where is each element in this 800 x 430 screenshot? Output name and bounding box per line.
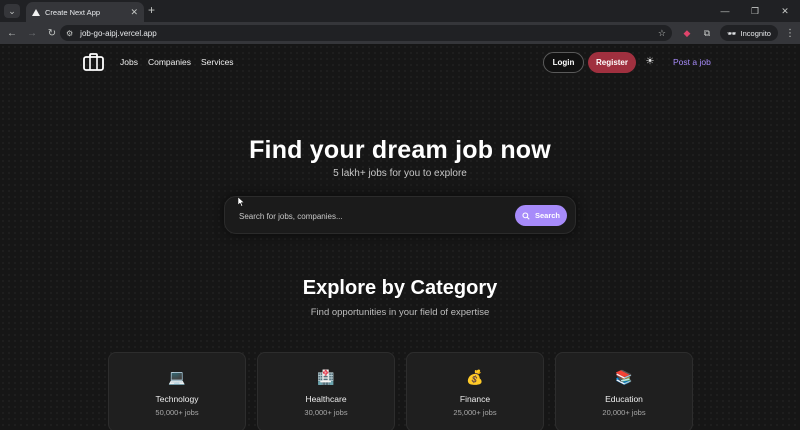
category-section-title: Explore by Category	[302, 277, 498, 299]
vercel-icon	[32, 8, 40, 16]
address-bar[interactable]: ⚙ job-go-aipj.vercel.app ☆	[60, 25, 672, 41]
category-cards: 💻 Technology 50,000+ jobs 🏥 Healthcare 3…	[108, 352, 693, 430]
window-controls: — ❐ ✕	[710, 0, 800, 22]
books-icon: 📚	[615, 369, 633, 385]
bookmark-star-icon[interactable]: ☆	[658, 28, 666, 39]
theme-toggle-sun-icon[interactable]: ☀	[644, 56, 656, 68]
laptop-icon: 💻	[168, 369, 186, 385]
tab-title: Create Next App	[45, 7, 101, 17]
search-icon	[522, 211, 530, 220]
category-card-education[interactable]: 📚 Education 20,000+ jobs	[555, 352, 693, 430]
browser-tab[interactable]: Create Next App ✕	[26, 2, 144, 22]
category-job-count: 25,000+ jobs	[453, 408, 497, 417]
nav-jobs[interactable]: Jobs	[120, 57, 138, 67]
site-navbar: Jobs Companies Services Login Register ☀…	[0, 44, 800, 82]
register-button[interactable]: Register	[588, 52, 636, 73]
search-box: Search	[224, 196, 576, 234]
browser-tabstrip: ⌄ Create Next App ✕ + — ❐ ✕	[0, 0, 800, 22]
category-job-count: 50,000+ jobs	[155, 408, 199, 417]
hero-subtitle: 5 lakh+ jobs for you to explore	[333, 168, 467, 179]
nav-links: Jobs Companies Services	[120, 57, 234, 67]
category-job-count: 20,000+ jobs	[602, 408, 646, 417]
login-button[interactable]: Login	[543, 52, 584, 73]
new-tab-button[interactable]: +	[148, 4, 155, 16]
category-name: Healthcare	[305, 394, 347, 404]
close-tab-icon[interactable]: ✕	[130, 7, 138, 18]
money-bag-icon: 💰	[466, 369, 484, 385]
category-name: Education	[605, 394, 643, 404]
toolbar-right: ◆ ⧉ 🕶 Incognito ⋮	[680, 24, 796, 42]
incognito-icon: 🕶	[727, 28, 737, 38]
incognito-indicator[interactable]: 🕶 Incognito	[720, 25, 778, 41]
briefcase-logo-icon[interactable]	[83, 53, 104, 71]
search-button-label: Search	[534, 211, 561, 220]
mouse-cursor-icon	[238, 197, 245, 207]
site-info-icon[interactable]: ⚙	[66, 29, 73, 38]
url-text[interactable]: job-go-aipj.vercel.app	[80, 29, 651, 38]
search-button[interactable]: Search	[515, 205, 567, 226]
browser-toolbar: ← → ↻ ⚙ job-go-aipj.vercel.app ☆ ◆ ⧉ 🕶 I…	[0, 22, 800, 44]
category-job-count: 30,000+ jobs	[304, 408, 348, 417]
forward-button[interactable]: →	[22, 23, 42, 43]
category-card-healthcare[interactable]: 🏥 Healthcare 30,000+ jobs	[257, 352, 395, 430]
nav-companies[interactable]: Companies	[148, 57, 191, 67]
category-card-finance[interactable]: 💰 Finance 25,000+ jobs	[406, 352, 544, 430]
page: Jobs Companies Services Login Register ☀…	[0, 44, 800, 430]
window-close-button[interactable]: ✕	[770, 0, 800, 22]
extension-icon[interactable]: ◆	[680, 26, 694, 40]
category-name: Technology	[155, 394, 199, 404]
restore-button[interactable]: ❐	[740, 0, 770, 22]
browser-menu-icon[interactable]: ⋮	[784, 28, 796, 39]
tab-search-button[interactable]: ⌄	[4, 4, 20, 18]
category-card-technology[interactable]: 💻 Technology 50,000+ jobs	[108, 352, 246, 430]
extensions-puzzle-icon[interactable]: ⧉	[700, 26, 714, 40]
reload-button[interactable]: ↻	[42, 23, 62, 43]
hospital-icon: 🏥	[317, 369, 335, 385]
incognito-label: Incognito	[740, 28, 771, 38]
search-input[interactable]	[239, 208, 499, 224]
hero-title: Find your dream job now	[249, 136, 551, 164]
nav-services[interactable]: Services	[201, 57, 234, 67]
category-name: Finance	[459, 394, 491, 404]
post-job-link[interactable]: Post a job	[673, 57, 711, 67]
category-section-subtitle: Find opportunities in your field of expe…	[310, 307, 490, 318]
back-button[interactable]: ←	[2, 23, 22, 43]
minimize-button[interactable]: —	[710, 0, 740, 22]
